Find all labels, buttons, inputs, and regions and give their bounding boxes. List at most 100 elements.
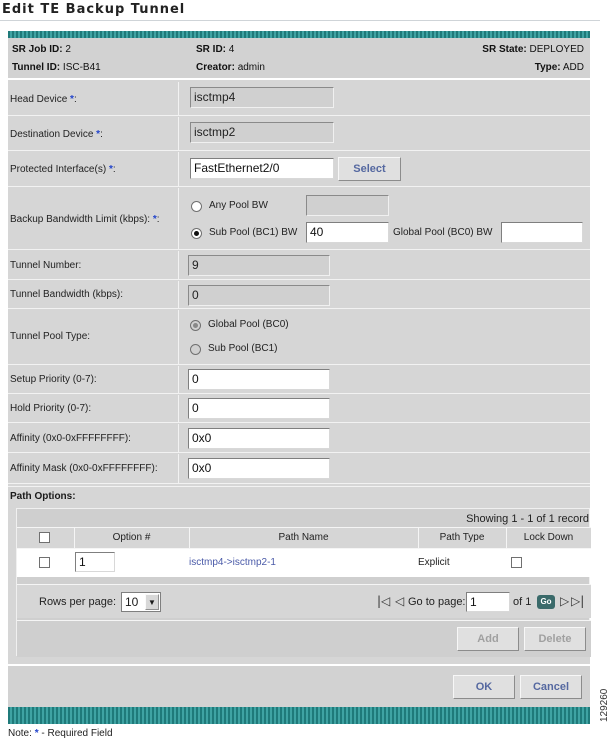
sub-pool-label: Sub Pool (BC1) BW (209, 227, 298, 238)
ok-button[interactable]: OK (453, 675, 515, 699)
cancel-button[interactable]: Cancel (520, 675, 582, 699)
previous-page-icon[interactable]: ◁ (395, 594, 404, 608)
tunnel-id: Tunnel ID: ISC-B41 (12, 62, 101, 73)
footer-band (8, 707, 590, 724)
sub-pool-radio[interactable] (191, 228, 202, 239)
head-device-row: Head Device *: isctmp4 (8, 82, 590, 116)
rows-per-page-select[interactable]: 10 ▼ (121, 592, 161, 612)
delete-path-button[interactable]: Delete (524, 627, 586, 651)
figure-number: 129260 (599, 688, 610, 722)
global-pool-bw-input[interactable] (501, 222, 583, 243)
sr-job-id-value: 2 (65, 44, 71, 55)
setup-priority-row: Setup Priority (0-7): 0 (8, 366, 590, 394)
title-divider (0, 20, 600, 21)
page-total-label: of 1 (513, 596, 532, 608)
required-star-icon: * (70, 94, 74, 105)
note-prefix: Note: (8, 728, 32, 739)
tunnel-bandwidth-label: Tunnel Bandwidth (kbps): (10, 289, 124, 300)
last-page-icon[interactable]: ▷| (571, 594, 584, 608)
column-lock-down[interactable]: Lock Down (506, 532, 591, 543)
select-all-checkbox[interactable] (39, 532, 50, 543)
creator: Creator: admin (196, 62, 265, 73)
sub-pool-type-label: Sub Pool (BC1) (208, 343, 278, 354)
sr-job-id-label: SR Job ID: (12, 44, 63, 55)
option-number-input[interactable]: 1 (75, 552, 115, 572)
column-option-number[interactable]: Option # (74, 532, 189, 543)
goto-page-input[interactable]: 1 (466, 592, 510, 612)
creator-label: Creator: (196, 62, 235, 73)
setup-priority-input[interactable]: 0 (188, 369, 330, 390)
sub-pool-type-radio[interactable] (190, 344, 201, 355)
edit-form-frame: SR Job ID: 2 SR ID: 4 SR State: DEPLOYED… (8, 38, 591, 707)
destination-device-row: Destination Device *: isctmp2 (8, 117, 590, 151)
any-pool-radio[interactable] (191, 201, 202, 212)
required-star-icon: * (108, 164, 113, 175)
backup-bandwidth-row: Backup Bandwidth Limit (kbps): *: Any Po… (8, 188, 590, 250)
affinity-row: Affinity (0x0-0xFFFFFFFF): 0x0 (8, 424, 590, 453)
header-band (8, 31, 590, 38)
sr-type-value: ADD (562, 62, 584, 73)
affinity-mask-input[interactable]: 0x0 (188, 458, 330, 479)
protected-interface-input[interactable]: FastEthernet2/0 (190, 158, 334, 179)
sr-job-id: SR Job ID: 2 (12, 44, 71, 55)
global-pool-radio[interactable] (190, 320, 201, 331)
hold-priority-label: Hold Priority (0-7): (10, 403, 92, 414)
column-path-name[interactable]: Path Name (189, 532, 418, 543)
tunnel-number-row: Tunnel Number: 9 (8, 251, 590, 280)
required-star-icon: * (96, 129, 101, 140)
sr-state-value: DEPLOYED (529, 44, 584, 55)
tunnel-pool-type-row: Tunnel Pool Type: Global Pool (BC0) Sub … (8, 310, 590, 365)
record-count: Showing 1 - 1 of 1 record (466, 513, 589, 525)
path-name-link[interactable]: isctmp4->isctmp2-1 (189, 557, 276, 568)
pagination-bar: Rows per page: 10 ▼ |◁ ◁ Go to page: 1 o… (17, 584, 591, 618)
tunnel-id-label: Tunnel ID: (12, 62, 61, 73)
form-actions-bar: OK Cancel (8, 664, 590, 707)
destination-device-label: Destination Device *: (10, 129, 103, 140)
tunnel-bandwidth-field: 0 (188, 285, 330, 306)
sr-id-label: SR ID: (196, 44, 226, 55)
page-title: Edit TE Backup Tunnel (2, 2, 186, 17)
path-options-panel: Showing 1 - 1 of 1 record Option # Path … (16, 508, 591, 657)
required-star-icon: * (34, 728, 39, 739)
sr-type: Type: ADD (535, 62, 584, 73)
note-text: - Required Field (41, 728, 113, 739)
sub-pool-bw-input[interactable]: 40 (306, 222, 389, 243)
sr-id: SR ID: 4 (196, 44, 234, 55)
destination-device-field: isctmp2 (190, 122, 334, 143)
row-select-checkbox[interactable] (39, 557, 50, 568)
go-button[interactable]: Go (537, 595, 555, 609)
sr-type-label: Type: (534, 62, 561, 73)
column-path-type[interactable]: Path Type (418, 532, 506, 543)
global-pool-label: Global Pool (BC0) (208, 319, 289, 330)
any-pool-label: Any Pool BW (209, 200, 268, 211)
affinity-mask-label: Affinity Mask (0x0-0xFFFFFFFF): (10, 463, 158, 474)
sr-state: SR State: DEPLOYED (482, 44, 584, 55)
next-page-icon[interactable]: ▷ (560, 594, 569, 608)
affinity-input[interactable]: 0x0 (188, 428, 330, 449)
tunnel-number-label: Tunnel Number: (10, 260, 82, 271)
lock-down-checkbox[interactable] (511, 557, 522, 568)
table-row: 1 isctmp4->isctmp2-1 Explicit (17, 549, 591, 577)
backup-bandwidth-label: Backup Bandwidth Limit (kbps): *: (10, 214, 160, 225)
goto-page-label: Go to page: (408, 596, 466, 608)
any-pool-field (306, 195, 389, 216)
global-pool-bw-label: Global Pool (BC0) BW (393, 227, 493, 238)
hold-priority-row: Hold Priority (0-7): 0 (8, 395, 590, 423)
sr-info-panel: SR Job ID: 2 SR ID: 4 SR State: DEPLOYED… (8, 38, 590, 80)
head-device-label: Head Device *: (10, 94, 77, 105)
required-field-note: Note: * - Required Field (8, 728, 113, 739)
select-interface-button[interactable]: Select (338, 157, 401, 181)
creator-value: admin (237, 62, 265, 73)
required-star-icon: * (152, 214, 157, 225)
setup-priority-label: Setup Priority (0-7): (10, 374, 97, 385)
rows-per-page-value: 10 (125, 595, 139, 609)
affinity-mask-row: Affinity Mask (0x0-0xFFFFFFFF): 0x0 (8, 454, 590, 484)
tunnel-pool-type-label: Tunnel Pool Type: (10, 331, 91, 342)
path-options-header: Path Options: (8, 486, 590, 508)
rows-per-page-label: Rows per page: (39, 596, 117, 608)
path-options-table-header: Option # Path Name Path Type Lock Down (17, 527, 591, 549)
add-path-button[interactable]: Add (457, 627, 519, 651)
hold-priority-input[interactable]: 0 (188, 398, 330, 419)
first-page-icon[interactable]: |◁ (377, 594, 390, 608)
chevron-down-icon: ▼ (145, 594, 159, 610)
